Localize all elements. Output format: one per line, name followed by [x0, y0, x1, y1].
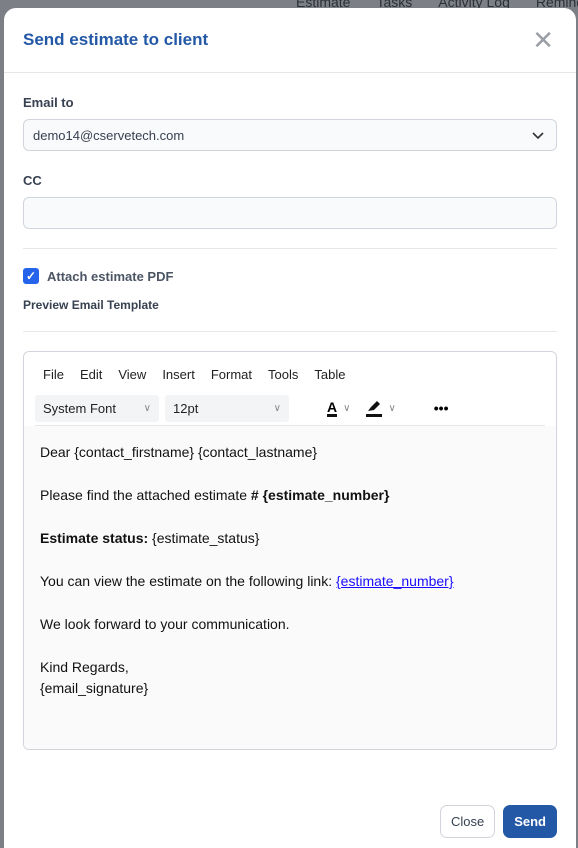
editor-content[interactable]: Dear {contact_firstname} {contact_lastna… — [24, 426, 556, 749]
chevron-down-icon[interactable]: ∨ — [343, 403, 350, 414]
chevron-down-icon: ∨ — [273, 402, 281, 414]
greeting: Dear {contact_firstname} {contact_lastna… — [40, 444, 318, 460]
cc-input[interactable] — [23, 197, 557, 229]
email-select[interactable]: demo14@cservetech.com — [23, 119, 557, 151]
menu-format[interactable]: Format — [211, 367, 252, 382]
chevron-down-icon[interactable]: ∨ — [388, 403, 395, 414]
email-value: demo14@cservetech.com — [33, 127, 185, 143]
font-size-select[interactable]: 12pt ∨ — [165, 394, 289, 422]
font-value: System Font — [43, 400, 116, 416]
menu-view[interactable]: View — [118, 367, 146, 382]
link-line: You can view the estimate on the followi… — [40, 571, 540, 592]
checkmark-icon[interactable]: ✓ — [23, 268, 39, 284]
close-button[interactable]: Close — [439, 805, 496, 838]
status-value: {estimate_status} — [148, 530, 260, 546]
close-icon[interactable]: ✕ — [532, 27, 554, 53]
divider — [23, 331, 557, 332]
status-line: Estimate status: {estimate_status} — [40, 528, 540, 549]
highlight-icon[interactable] — [366, 400, 383, 417]
chevron-down-icon — [532, 128, 544, 143]
menu-file[interactable]: File — [43, 367, 64, 382]
preview-label: Preview Email Template — [23, 298, 159, 312]
email-label: Email to — [23, 95, 74, 110]
send-button[interactable]: Send — [503, 805, 557, 838]
send-estimate-modal: Send estimate to client ✕ Email to demo1… — [4, 8, 576, 848]
text: You can view the estimate on the followi… — [40, 573, 336, 589]
attach-label: Attach estimate PDF — [47, 268, 174, 284]
attached-line: Please find the attached estimate # {est… — [40, 485, 540, 506]
menu-table[interactable]: Table — [314, 367, 345, 382]
rich-text-editor: File Edit View Insert Format Tools Table… — [23, 351, 557, 750]
chevron-down-icon: ∨ — [143, 402, 151, 414]
signature: {email_signature} — [40, 680, 149, 696]
divider — [23, 248, 557, 249]
more-icon[interactable]: ••• — [434, 400, 449, 416]
text-color-icon[interactable]: A — [327, 400, 338, 417]
modal-header: Send estimate to client ✕ — [4, 8, 576, 73]
attach-pdf-checkbox[interactable]: ✓ Attach estimate PDF — [23, 268, 557, 284]
cc-label: CC — [23, 173, 42, 188]
estimate-link[interactable]: {estimate_number} — [336, 573, 454, 589]
menu-edit[interactable]: Edit — [80, 367, 102, 382]
regards: Kind Regards, — [40, 659, 129, 675]
size-value: 12pt — [173, 400, 199, 416]
text: Please find the attached estimate — [40, 487, 251, 503]
modal-title: Send estimate to client — [23, 30, 209, 49]
editor-menubar: File Edit View Insert Format Tools Table — [24, 352, 556, 382]
estimate-number: # {estimate_number} — [250, 487, 390, 503]
forward-line: We look forward to your communication. — [40, 616, 290, 632]
font-family-select[interactable]: System Font ∨ — [35, 394, 159, 422]
modal-footer: Close Send — [439, 805, 557, 838]
editor-toolbar: System Font ∨ 12pt ∨ A ∨ ∨ ••• — [35, 382, 545, 426]
status-label: Estimate status: — [40, 530, 149, 546]
menu-insert[interactable]: Insert — [162, 367, 195, 382]
menu-tools[interactable]: Tools — [268, 367, 298, 382]
